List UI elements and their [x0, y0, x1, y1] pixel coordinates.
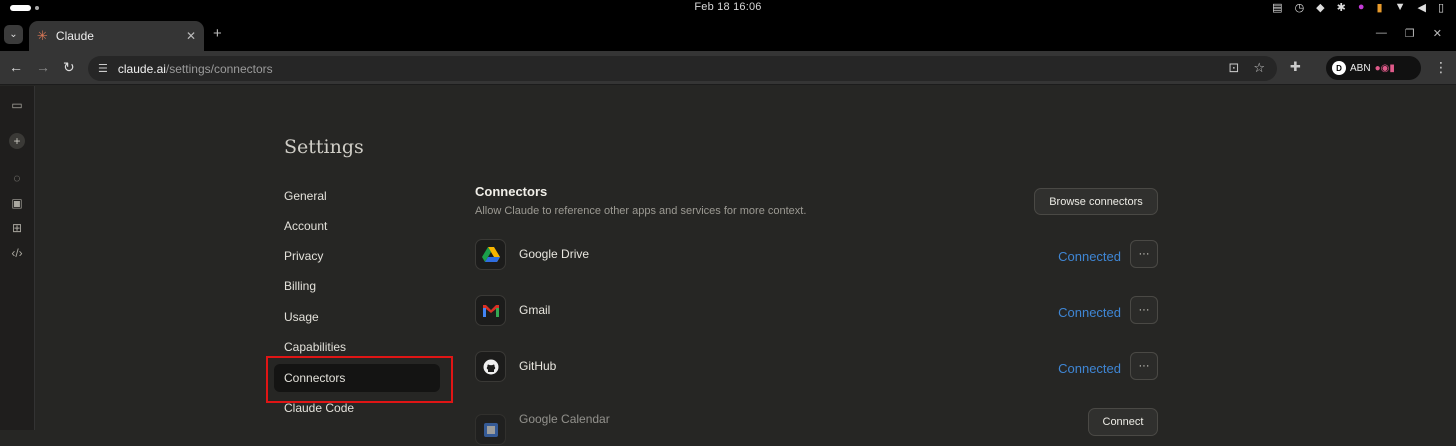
- install-app-icon[interactable]: ⊡: [1228, 60, 1239, 76]
- connector-name: Gmail: [519, 303, 551, 317]
- connector-name: Google Drive: [519, 247, 590, 261]
- connector-status[interactable]: Connected: [1058, 305, 1121, 320]
- connect-button[interactable]: Connect: [1088, 408, 1158, 436]
- more-options-button[interactable]: ···: [1130, 296, 1158, 324]
- clipboard-icon[interactable]: ▤: [1272, 1, 1282, 14]
- new-tab-plus-icon[interactable]: +: [213, 25, 222, 42]
- volume-icon[interactable]: ◀: [1417, 1, 1425, 14]
- back-arrow-icon[interactable]: ←: [9, 59, 23, 75]
- sidebar-toggle-icon[interactable]: ▭: [9, 97, 25, 113]
- system-clock[interactable]: Feb 18 16:06: [0, 1, 1456, 13]
- settings-nav-general[interactable]: General: [274, 182, 440, 210]
- tab-strip: ⌄ ✳ Claude ✕ + — ❐ ✕: [0, 16, 1456, 51]
- browse-connectors-button[interactable]: Browse connectors: [1034, 188, 1158, 215]
- tab-title: Claude: [55, 29, 94, 43]
- connector-row: Google Drive Connected ···: [475, 239, 1158, 271]
- code-icon[interactable]: ‹/›: [9, 245, 25, 261]
- bookmark-star-icon[interactable]: ☆: [1253, 60, 1265, 76]
- artifacts-icon[interactable]: ⊞: [9, 220, 25, 236]
- timer-icon[interactable]: ◷: [1295, 1, 1305, 14]
- tab-search-chevron-down-icon[interactable]: ⌄: [4, 25, 23, 44]
- connector-row: Google Calendar Connect: [475, 408, 1158, 446]
- profile-button[interactable]: D ABN ●◉▮: [1326, 56, 1421, 80]
- site-settings-icon[interactable]: ☰: [98, 62, 108, 75]
- highlight-box: [266, 356, 453, 403]
- chats-icon[interactable]: ◌: [9, 170, 25, 186]
- app-sidebar-rail: ▭ + ◌ ▣ ⊞ ‹/›: [0, 86, 35, 430]
- settings-nav-billing[interactable]: Billing: [274, 272, 440, 300]
- forward-arrow-icon[interactable]: →: [36, 59, 50, 75]
- connector-row: GitHub Connected ···: [475, 351, 1158, 383]
- tab-claude[interactable]: ✳ Claude ✕: [29, 21, 204, 51]
- avatar: D: [1332, 61, 1346, 75]
- url-host: claude.ai: [117, 61, 166, 76]
- app-icon[interactable]: ●: [1358, 1, 1365, 14]
- github-icon: [475, 351, 506, 382]
- connector-status[interactable]: Connected: [1058, 249, 1121, 264]
- window-controls: — ❐ ✕: [1376, 27, 1442, 40]
- gmail-icon: [475, 295, 506, 326]
- diamond-icon[interactable]: ◆: [1316, 1, 1324, 14]
- new-chat-plus-icon[interactable]: +: [9, 133, 25, 149]
- slack-icon[interactable]: ✱: [1337, 1, 1346, 14]
- google-drive-icon: [475, 239, 506, 270]
- close-icon[interactable]: ✕: [186, 29, 196, 43]
- settings-nav-privacy[interactable]: Privacy: [274, 242, 440, 270]
- settings-nav-account[interactable]: Account: [274, 212, 440, 240]
- claude-favicon-icon: ✳: [37, 28, 48, 43]
- profile-badges-icon: ●◉▮: [1374, 62, 1395, 74]
- mic-icon[interactable]: ▮: [1377, 1, 1383, 14]
- section-description: Allow Claude to reference other apps and…: [475, 205, 807, 217]
- profile-label: ABN: [1350, 62, 1371, 74]
- settings-nav-usage[interactable]: Usage: [274, 303, 440, 331]
- connector-name: Google Calendar: [519, 412, 610, 426]
- connector-status[interactable]: Connected: [1058, 361, 1121, 376]
- address-bar-actions: ⊡ ☆: [1228, 60, 1265, 76]
- section-title: Connectors: [475, 184, 548, 199]
- system-tray: ▤ ◷ ◆ ✱ ● ▮ ▼ ◀ ▯: [1272, 1, 1444, 14]
- restore-icon[interactable]: ❐: [1405, 27, 1415, 40]
- system-top-bar: Feb 18 16:06 ▤ ◷ ◆ ✱ ● ▮ ▼ ◀ ▯: [0, 0, 1456, 16]
- close-window-icon[interactable]: ✕: [1433, 27, 1442, 40]
- wifi-icon[interactable]: ▼: [1395, 1, 1406, 14]
- connector-row: Gmail Connected ···: [475, 295, 1158, 327]
- address-bar[interactable]: ☰ claude.ai/settings/connectors ⊡ ☆: [88, 56, 1277, 81]
- browser-menu-icon[interactable]: ⋮: [1434, 59, 1448, 76]
- more-options-button[interactable]: ···: [1130, 352, 1158, 380]
- page-title: Settings: [284, 136, 364, 158]
- more-options-button[interactable]: ···: [1130, 240, 1158, 268]
- extensions-puzzle-icon[interactable]: ✚: [1290, 59, 1301, 75]
- browser-toolbar: ← → ↻ ☰ claude.ai/settings/connectors ⊡ …: [0, 51, 1456, 85]
- battery-icon[interactable]: ▯: [1438, 1, 1444, 14]
- projects-icon[interactable]: ▣: [9, 195, 25, 211]
- url-path: /settings/connectors: [165, 61, 273, 76]
- minimize-icon[interactable]: —: [1376, 27, 1387, 40]
- connector-name: GitHub: [519, 359, 557, 373]
- reload-icon[interactable]: ↻: [63, 59, 75, 76]
